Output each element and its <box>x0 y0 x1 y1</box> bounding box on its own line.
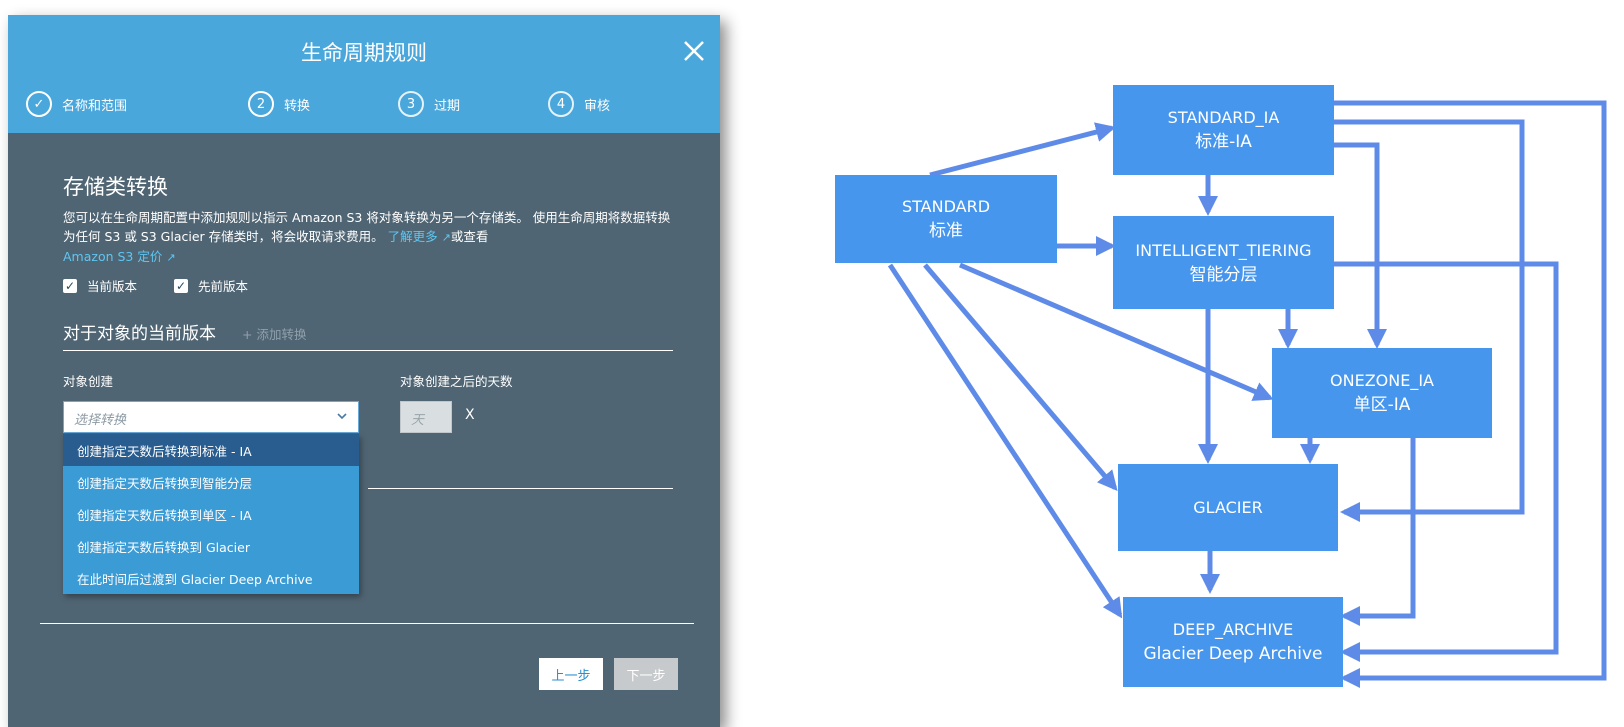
menu-item-onezone-ia[interactable]: 创建指定天数后转换到单区 - IA <box>63 498 359 530</box>
node-standard: STANDARD 标准 <box>835 175 1057 263</box>
section-title: 存储类转换 <box>63 175 168 199</box>
node-subtitle: 智能分层 <box>1189 264 1258 285</box>
external-link-icon: ↗ <box>441 231 451 244</box>
current-version-heading: 对于对象的当前版本 <box>63 324 216 344</box>
divider <box>63 350 673 351</box>
node-standard-ia: STANDARD_IA 标准-IA <box>1113 85 1334 175</box>
learn-more-link[interactable]: 了解更多 ↗ <box>388 229 451 244</box>
dialog-title: 生命周期规则 <box>301 41 427 65</box>
next-button[interactable]: 下一步 <box>614 658 678 690</box>
step-number: 3 <box>398 91 424 117</box>
or-check-text: 或查看 <box>450 229 489 244</box>
node-deep-archive: DEEP_ARCHIVE Glacier Deep Archive <box>1123 597 1343 687</box>
divider <box>368 488 673 489</box>
previous-button[interactable]: 上一步 <box>539 658 603 690</box>
step-name-and-scope[interactable]: ✓ 名称和范围 <box>26 91 127 117</box>
pricing-link[interactable]: Amazon S3 定价 ↗ <box>63 249 176 264</box>
node-onezone-ia: ONEZONE_IA 单区-IA <box>1272 348 1492 438</box>
arrow-standard-ia-to-glacier <box>1334 119 1525 522</box>
storage-class-transition-diagram: STANDARD 标准 STANDARD_IA 标准-IA INTELLIGEN… <box>760 0 1624 727</box>
add-transition-link[interactable]: + 添加转换 <box>242 324 306 343</box>
arrow-standard-ia-to-onezone <box>1334 142 1387 349</box>
arrow-onezone-to-deep <box>1340 438 1416 626</box>
step-number: 4 <box>548 91 574 117</box>
node-subtitle: Glacier Deep Archive <box>1143 644 1323 664</box>
checkbox-checked-icon[interactable]: ✓ <box>174 278 188 293</box>
node-glacier: GLACIER <box>1118 464 1338 551</box>
footer-divider <box>40 623 694 624</box>
menu-item-standard-ia[interactable]: 创建指定天数后转换到标准 - IA <box>63 434 359 466</box>
check-icon: ✓ <box>26 91 52 117</box>
arrow-standard-to-glacier <box>923 263 1118 492</box>
step-label: 名称和范围 <box>62 98 128 114</box>
node-title: INTELLIGENT_TIERING <box>1135 240 1312 260</box>
chevron-down-icon <box>337 413 347 420</box>
checkbox-current-version[interactable]: ✓ 当前版本 <box>63 276 137 295</box>
lifecycle-rule-dialog: 生命周期规则 ✓ 名称和范围 2 转换 3 过期 4 审核 存储类转换 您可以在… <box>8 15 720 727</box>
menu-item-deep-archive[interactable]: 在此时间后过渡到 Glacier Deep Archive <box>63 562 359 594</box>
step-label: 审核 <box>584 98 611 114</box>
menu-item-intelligent-tiering[interactable]: 创建指定天数后转换到智能分层 <box>63 466 359 498</box>
days-after-creation-label: 对象创建之后的天数 <box>400 374 513 389</box>
node-title: STANDARD_IA <box>1167 108 1280 127</box>
checkbox-previous-version[interactable]: ✓ 先前版本 <box>174 276 248 295</box>
transition-dropdown-menu: 创建指定天数后转换到标准 - IA 创建指定天数后转换到智能分层 创建指定天数后… <box>63 434 359 594</box>
node-subtitle: 标准-IA <box>1195 132 1252 152</box>
dialog-header: 生命周期规则 ✓ 名称和范围 2 转换 3 过期 4 审核 <box>8 15 720 133</box>
days-input[interactable]: 天 <box>400 401 452 433</box>
node-title: GLACIER <box>1193 497 1263 517</box>
step-transitions[interactable]: 2 转换 <box>248 91 310 117</box>
remove-transition-x[interactable]: X <box>465 407 475 423</box>
transition-select[interactable]: 选择转换 <box>63 401 359 433</box>
step-number: 2 <box>248 91 274 117</box>
node-title: DEEP_ARCHIVE <box>1172 620 1294 639</box>
node-subtitle: 标准 <box>929 221 963 241</box>
checkbox-label: 先前版本 <box>198 279 249 294</box>
step-expiration[interactable]: 3 过期 <box>398 91 460 117</box>
checkbox-label: 当前版本 <box>87 279 138 294</box>
arrow-standard-to-standard-ia <box>929 122 1116 178</box>
section-description: 您可以在生命周期配置中添加规则以指示 Amazon S3 将对象转换为另一个存储… <box>63 208 673 267</box>
node-title: STANDARD <box>901 197 991 216</box>
node-subtitle: 单区-IA <box>1353 395 1411 415</box>
external-link-icon: ↗ <box>166 251 176 264</box>
node-title: ONEZONE_IA <box>1330 371 1434 390</box>
step-label: 过期 <box>434 98 461 114</box>
node-intelligent-tiering: INTELLIGENT_TIERING 智能分层 <box>1113 216 1334 309</box>
step-review[interactable]: 4 审核 <box>548 91 610 117</box>
checkbox-checked-icon[interactable]: ✓ <box>63 278 77 293</box>
description-text: 您可以在生命周期配置中添加规则以指示 Amazon S3 将对象转换为另一个存储… <box>63 210 671 244</box>
close-icon[interactable] <box>680 37 708 65</box>
select-placeholder: 选择转换 <box>74 413 127 428</box>
step-label: 转换 <box>284 98 311 114</box>
menu-item-glacier[interactable]: 创建指定天数后转换到 Glacier <box>63 530 359 562</box>
days-placeholder: 天 <box>411 413 425 428</box>
object-creation-label: 对象创建 <box>63 374 114 389</box>
